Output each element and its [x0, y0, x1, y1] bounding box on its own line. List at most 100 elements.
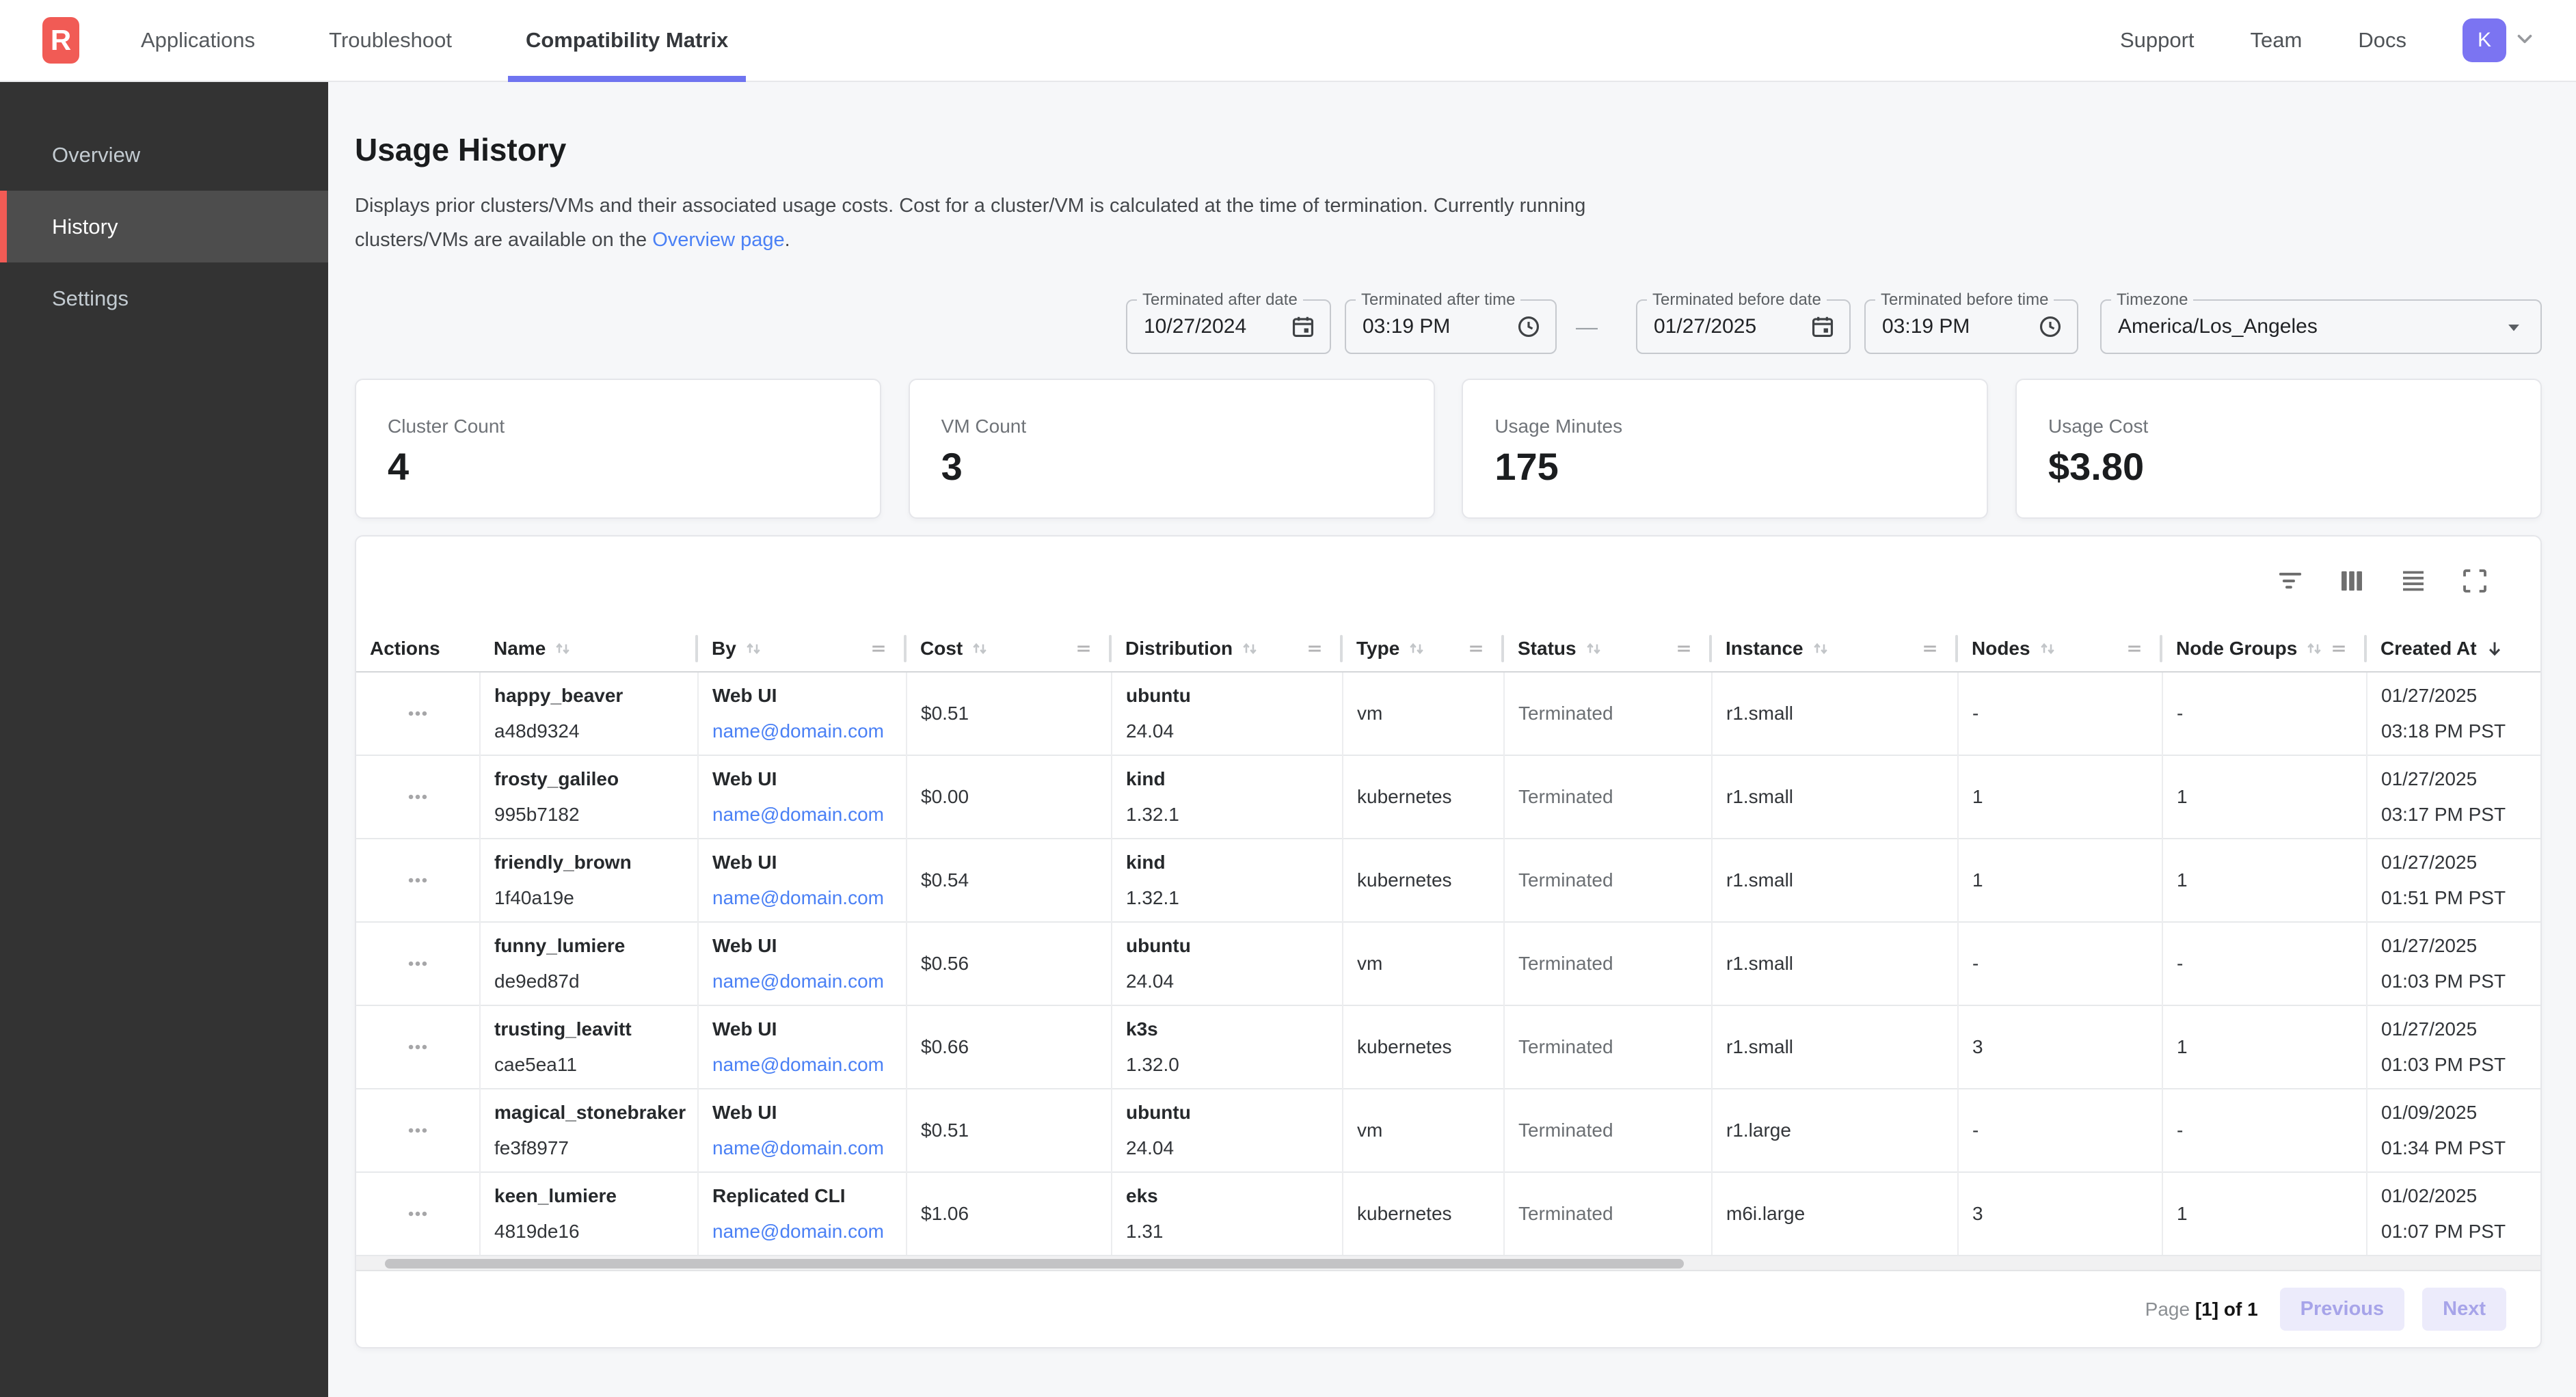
drag-handle-icon[interactable]	[1466, 638, 1486, 659]
column-header-name[interactable]: Name	[480, 625, 698, 672]
columns-button[interactable]	[2337, 566, 2367, 596]
filter-field-value[interactable]: America/Los_Angeles	[2118, 315, 2501, 338]
cell-node-groups: -	[2162, 672, 2367, 755]
cell-type: vm	[1343, 1089, 1504, 1172]
sidebar-item-settings[interactable]: Settings	[0, 262, 328, 334]
column-header-type[interactable]: Type	[1343, 625, 1504, 672]
drag-handle-icon[interactable]	[1920, 638, 1940, 659]
density-button[interactable]	[2398, 566, 2428, 596]
cell-name: funny_lumierede9ed87d	[480, 922, 698, 1005]
replicated-logo[interactable]: R	[42, 17, 79, 64]
cell-by: Web UIname@domain.com	[698, 755, 907, 839]
calendar-icon[interactable]	[1810, 314, 1836, 340]
sidebar-item-history[interactable]: History	[0, 191, 328, 262]
cell-line-1: happy_beaver	[494, 678, 685, 714]
density-icon	[2400, 567, 2427, 595]
previous-page-button[interactable]: Previous	[2280, 1288, 2405, 1331]
chevron-down-icon[interactable]	[2513, 27, 2536, 54]
account-menu[interactable]: K	[2463, 18, 2536, 62]
column-header-instance[interactable]: Instance	[1712, 625, 1958, 672]
primary-tabs: Applications Troubleshoot Compatibility Ma…	[123, 0, 746, 81]
sidebar-item-overview[interactable]: Overview	[0, 119, 328, 191]
cell-line-2: name@domain.com	[712, 714, 894, 749]
column-header-cost[interactable]: Cost	[907, 625, 1112, 672]
table-row: happy_beavera48d9324 Web UIname@domain.co…	[356, 672, 2542, 755]
cell-cost: $0.00	[907, 755, 1112, 839]
column-header-nodes[interactable]: Nodes	[1958, 625, 2162, 672]
cell-by: Web UIname@domain.com	[698, 672, 907, 755]
nav-tab-applications[interactable]: Applications	[123, 0, 273, 81]
cell-node-groups: -	[2162, 922, 2367, 1005]
filter-field-value[interactable]: 10/27/2024	[1144, 315, 1290, 338]
nav-link-docs[interactable]: Docs	[2358, 28, 2406, 53]
email-link[interactable]: name@domain.com	[712, 720, 884, 742]
drag-handle-icon[interactable]	[2329, 638, 2349, 659]
cell-cost: $0.51	[907, 672, 1112, 755]
column-header-node_groups[interactable]: Node Groups	[2162, 625, 2367, 672]
calendar-icon[interactable]	[1290, 314, 1316, 340]
row-actions-button[interactable]	[402, 1198, 433, 1230]
nav-tab-troubleshoot[interactable]: Troubleshoot	[311, 0, 470, 81]
dropdown-arrow-icon[interactable]	[2501, 314, 2527, 340]
drag-handle-icon[interactable]	[868, 638, 889, 659]
cell-actions	[356, 1172, 480, 1256]
filter-field-value[interactable]: 03:19 PM	[1882, 315, 2037, 338]
avatar[interactable]: K	[2463, 18, 2506, 62]
next-page-button[interactable]: Next	[2422, 1288, 2506, 1331]
cell-line-1: magical_stonebraker	[494, 1095, 685, 1130]
cell-by: Web UIname@domain.com	[698, 922, 907, 1005]
cell-type: kubernetes	[1343, 1172, 1504, 1256]
row-actions-button[interactable]	[402, 1115, 433, 1146]
column-header-by[interactable]: By	[698, 625, 907, 672]
drag-handle-icon[interactable]	[1073, 638, 1094, 659]
filter-field-terminated-after-date[interactable]: Terminated after date10/27/2024	[1126, 299, 1331, 354]
filter-field-value[interactable]: 01/27/2025	[1654, 315, 1810, 338]
row-actions-button[interactable]	[402, 698, 433, 729]
column-header-actions: Actions	[356, 625, 480, 672]
nav-tab-compatibility-matrix[interactable]: Compatibility Matrix	[508, 0, 746, 81]
description-line2: clusters/VMs are available on the	[355, 229, 652, 251]
table-row: frosty_galileo995b7182Web UIname@domain.…	[356, 755, 2542, 839]
row-actions-button[interactable]	[402, 865, 433, 896]
column-header-created_at[interactable]: Created At	[2367, 625, 2542, 672]
row-actions-button[interactable]	[402, 1031, 433, 1063]
drag-handle-icon[interactable]	[1674, 638, 1694, 659]
nav-link-support[interactable]: Support	[2120, 28, 2195, 53]
row-actions-button[interactable]	[402, 781, 433, 813]
filter-field-label: Timezone	[2111, 290, 2193, 310]
usage-history-table: Actions NameByCostDistributionTypeStatusI…	[356, 625, 2542, 1256]
filter-field-terminated-before-time[interactable]: Terminated before time03:19 PM	[1864, 299, 2078, 354]
drag-handle-icon[interactable]	[2124, 638, 2145, 659]
email-link[interactable]: name@domain.com	[712, 887, 884, 908]
cell-type: kubernetes	[1343, 755, 1504, 839]
email-link[interactable]: name@domain.com	[712, 1221, 884, 1242]
stat-label: Usage Minutes	[1494, 416, 1955, 437]
overview-page-link[interactable]: Overview page	[652, 229, 784, 251]
cell-line-1: ubuntu	[1126, 678, 1330, 714]
cell-line-2: a48d9324	[494, 714, 685, 749]
page-title: Usage History	[355, 131, 2576, 168]
email-link[interactable]: name@domain.com	[712, 804, 884, 825]
cell-line-1: kind	[1126, 845, 1330, 880]
clock-icon[interactable]	[2037, 314, 2063, 340]
drag-handle-icon[interactable]	[1304, 638, 1325, 659]
filter-field-terminated-before-date[interactable]: Terminated before date01/27/2025	[1636, 299, 1851, 354]
column-label: Actions	[370, 638, 440, 660]
row-actions-button[interactable]	[402, 948, 433, 979]
filter-field-timezone[interactable]: TimezoneAmerica/Los_Angeles	[2100, 299, 2542, 354]
email-link[interactable]: name@domain.com	[712, 1054, 884, 1075]
nav-link-team[interactable]: Team	[2251, 28, 2303, 53]
cell-distribution: eks1.31	[1112, 1172, 1343, 1256]
fullscreen-button[interactable]	[2460, 566, 2490, 596]
description-line1: Displays prior clusters/VMs and their as…	[355, 195, 1585, 217]
column-header-distribution[interactable]: Distribution	[1112, 625, 1343, 672]
filter-field-terminated-after-time[interactable]: Terminated after time03:19 PM	[1345, 299, 1557, 354]
horizontal-scrollbar-thumb[interactable]	[385, 1259, 1684, 1269]
cell-line-2: 1.31	[1126, 1214, 1330, 1249]
filter-button[interactable]	[2275, 566, 2305, 596]
filter-field-value[interactable]: 03:19 PM	[1363, 315, 1516, 338]
column-header-status[interactable]: Status	[1504, 625, 1712, 672]
email-link[interactable]: name@domain.com	[712, 971, 884, 992]
clock-icon[interactable]	[1516, 314, 1542, 340]
email-link[interactable]: name@domain.com	[712, 1137, 884, 1158]
